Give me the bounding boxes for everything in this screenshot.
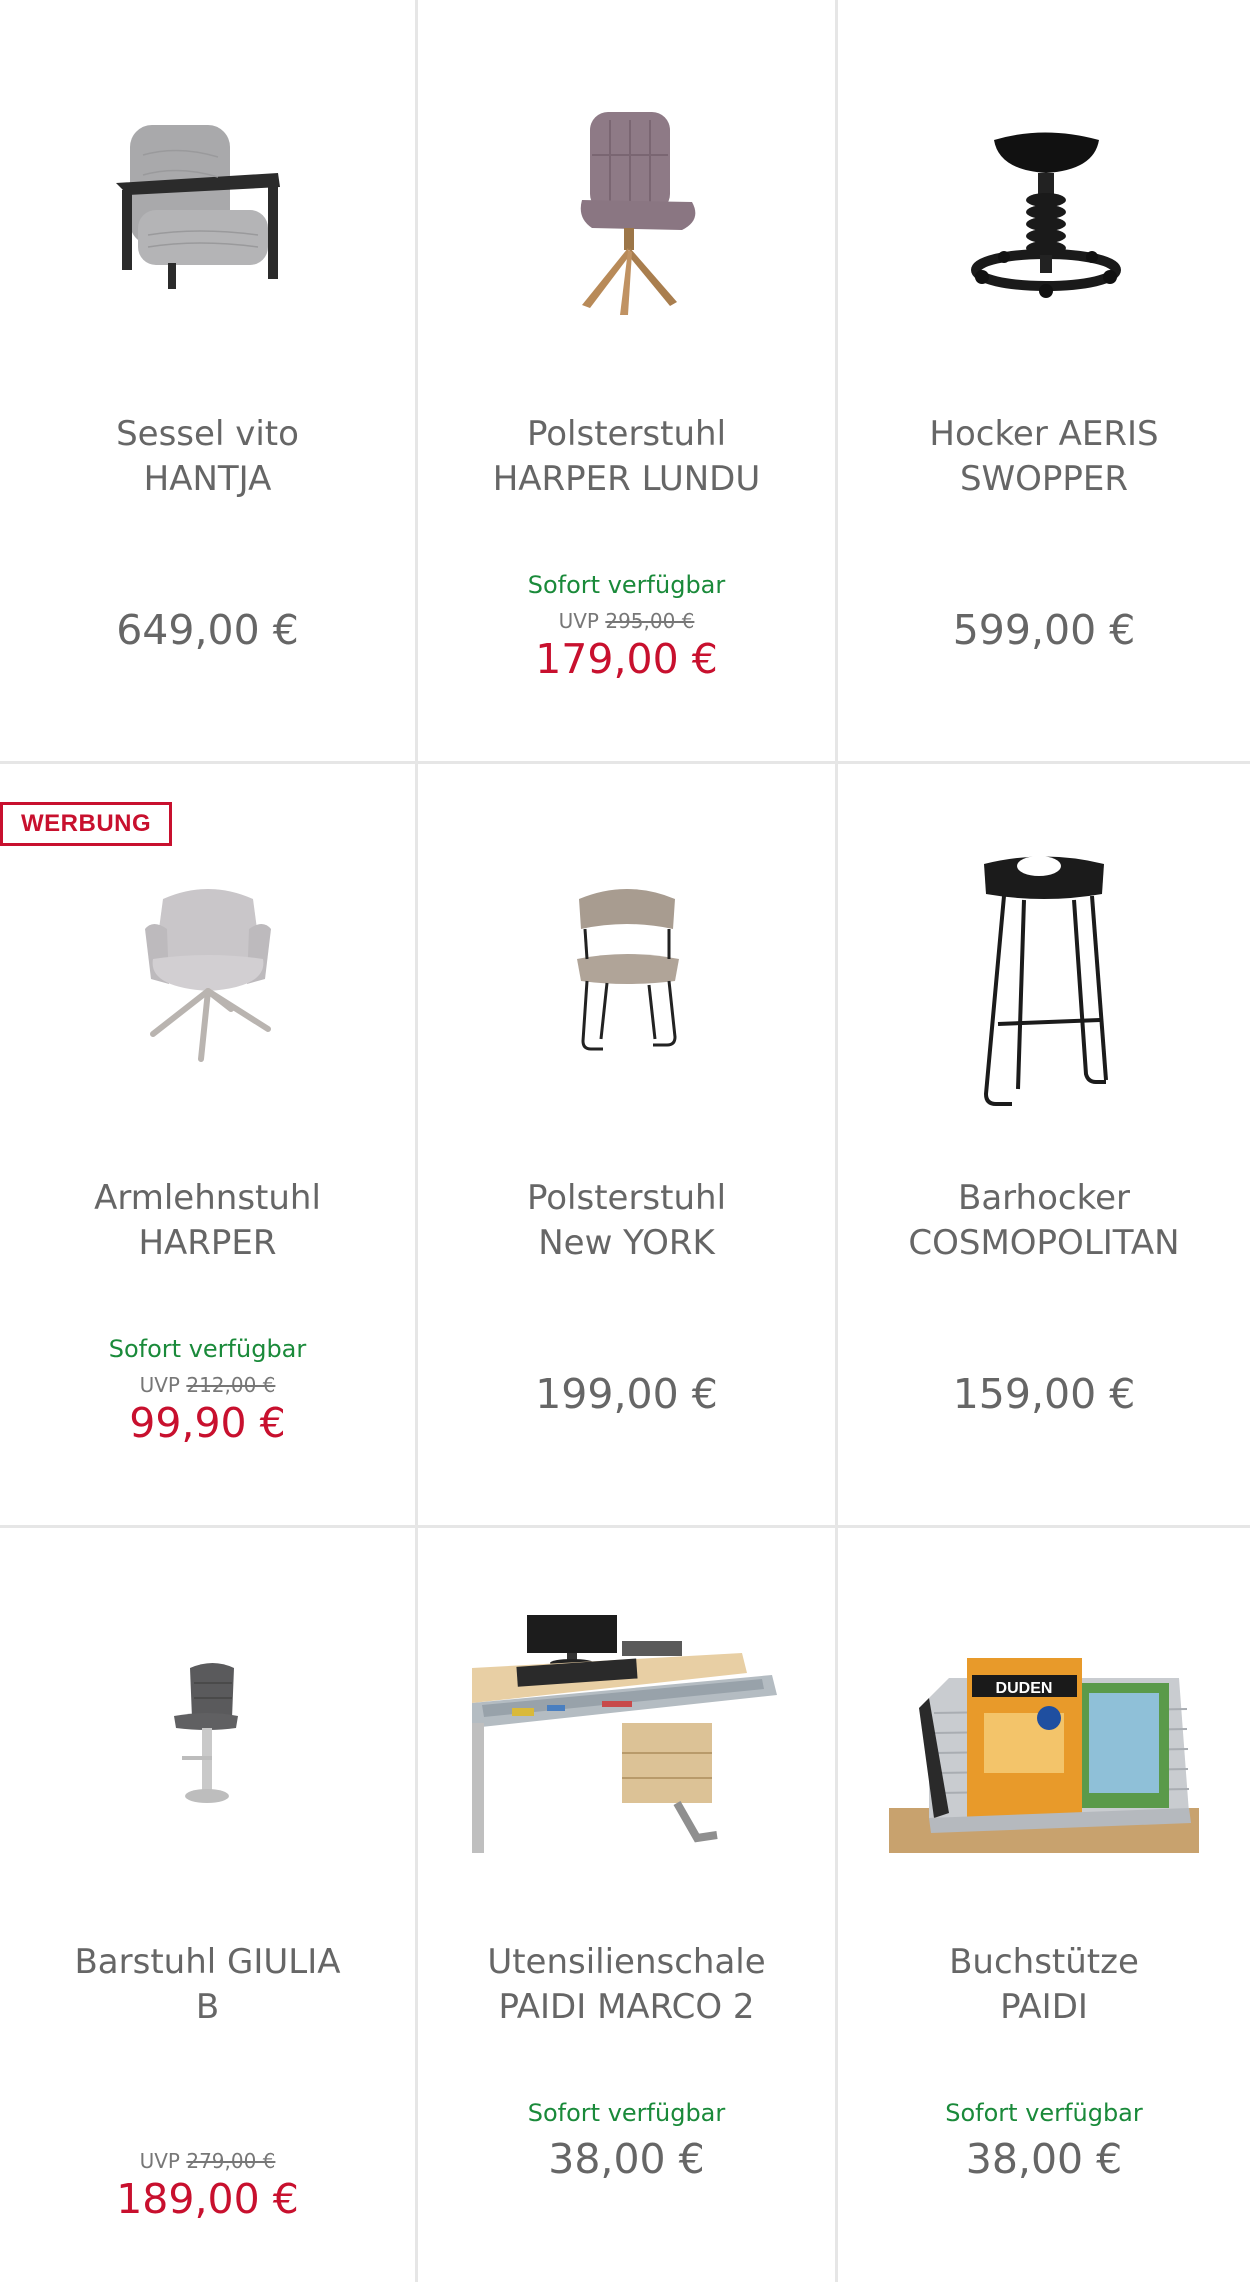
product-name-line-1[interactable]: Armlehnstuhl <box>20 1176 395 1221</box>
product-name[interactable]: Barstuhl GIULIA B <box>20 1940 395 2030</box>
price-block: Sofort verfügbar 38,00 € <box>838 2098 1250 2184</box>
product-image[interactable] <box>418 40 835 370</box>
bar-chair-image <box>173 1663 238 1803</box>
uvp-label: UVP <box>558 609 599 633</box>
price-block: Sofort verfügbar UVP 295,00 € 179,00 € <box>418 570 835 684</box>
product-name[interactable]: Barhocker COSMOPOLITAN <box>858 1176 1230 1266</box>
product-image[interactable] <box>838 804 1250 1134</box>
product-name-line-2[interactable]: HANTJA <box>20 457 395 502</box>
uvp-old-price: 295,00 € <box>605 609 695 633</box>
uvp-label: UVP <box>139 2149 180 2173</box>
product-name-line-1[interactable]: Barstuhl GIULIA <box>20 1940 395 1985</box>
product-image[interactable] <box>0 40 415 370</box>
uvp-label: UVP <box>139 1373 180 1397</box>
book-cover-text: DUDEN <box>996 1680 1053 1697</box>
uvp-price: UVP 279,00 € <box>0 2148 415 2174</box>
uvp-old-price: 212,00 € <box>186 1373 276 1397</box>
product-image[interactable] <box>0 1568 415 1898</box>
sale-price: 99,90 € <box>129 1399 286 1447</box>
product-image[interactable]: DUDEN <box>838 1568 1250 1898</box>
upholstered-chair-mauve-image <box>580 112 695 315</box>
availability-label: Sofort verfügbar <box>108 1335 307 1363</box>
product-name-line-2[interactable]: B <box>20 1985 395 2030</box>
product-name-line-2[interactable]: SWOPPER <box>858 457 1230 502</box>
product-card[interactable]: DUDEN Buchstütze PAIDI Sofort verfügbar … <box>838 1528 1250 2282</box>
price: 38,00 € <box>965 2135 1123 2183</box>
product-image[interactable] <box>418 1568 835 1898</box>
price: 159,00 € <box>952 1370 1136 1418</box>
product-name-line-2[interactable]: COSMOPOLITAN <box>858 1221 1230 1266</box>
product-image[interactable] <box>418 804 835 1134</box>
price-block: Sofort verfügbar 38,00 € <box>418 2098 835 2184</box>
price-block: 159,00 € <box>838 1369 1250 1419</box>
price-block: Sofort verfügbar UVP 212,00 € 99,90 € <box>0 1334 415 1448</box>
desk-drawer-tray-image <box>471 1613 782 1853</box>
product-name-line-2[interactable]: New YORK <box>438 1221 815 1266</box>
product-name[interactable]: Utensilienschale PAIDI MARCO 2 <box>438 1940 815 2030</box>
product-image[interactable] <box>838 40 1250 370</box>
product-name[interactable]: Polsterstuhl New YORK <box>438 1176 815 1266</box>
product-name-line-1[interactable]: Utensilienschale <box>438 1940 815 1985</box>
product-card[interactable]: Polsterstuhl New YORK 199,00 € <box>418 764 838 1528</box>
uvp-price: UVP 295,00 € <box>418 608 835 634</box>
product-name-line-2[interactable]: HARPER LUNDU <box>438 457 815 502</box>
product-name[interactable]: Buchstütze PAIDI <box>858 1940 1230 2030</box>
availability-label: Sofort verfügbar <box>945 2099 1143 2127</box>
sale-price: 179,00 € <box>535 635 718 683</box>
price-block: UVP 279,00 € 189,00 € <box>0 2140 415 2224</box>
book-stand-image: DUDEN <box>889 1613 1199 1853</box>
product-card[interactable]: Barhocker COSMOPOLITAN 159,00 € <box>838 764 1250 1528</box>
armrest-chair-image <box>144 889 271 1062</box>
bar-stool-image <box>983 856 1108 1106</box>
availability-label: Sofort verfügbar <box>527 571 726 599</box>
price-block: 649,00 € <box>0 605 415 655</box>
uvp-price: UVP 212,00 € <box>0 1372 415 1398</box>
product-name-line-2[interactable]: HARPER <box>20 1221 395 1266</box>
price-block: 599,00 € <box>838 605 1250 655</box>
price-block: 199,00 € <box>418 1369 835 1419</box>
product-image[interactable] <box>0 804 415 1134</box>
product-name-line-2[interactable]: PAIDI MARCO 2 <box>438 1985 815 2030</box>
price: 199,00 € <box>535 1370 718 1418</box>
sale-price: 189,00 € <box>116 2175 299 2223</box>
price: 649,00 € <box>116 606 299 654</box>
uvp-old-price: 279,00 € <box>186 2149 276 2173</box>
product-name-line-1[interactable]: Buchstütze <box>858 1940 1230 1985</box>
product-name-line-1[interactable]: Hocker AERIS <box>858 412 1230 457</box>
product-card[interactable]: Sessel vito HANTJA 649,00 € <box>0 0 418 764</box>
product-name-line-1[interactable]: Sessel vito <box>20 412 395 457</box>
swopper-stool-image <box>971 132 1121 298</box>
product-name[interactable]: Polsterstuhl HARPER LUNDU <box>438 412 815 502</box>
product-name-line-2[interactable]: PAIDI <box>858 1985 1230 2030</box>
product-name-line-1[interactable]: Barhocker <box>858 1176 1230 1221</box>
product-grid: Sessel vito HANTJA 649,00 € Polsterstuhl… <box>0 0 1250 2282</box>
product-name[interactable]: Hocker AERIS SWOPPER <box>858 412 1230 502</box>
product-name[interactable]: Sessel vito HANTJA <box>20 412 395 502</box>
product-name-line-1[interactable]: Polsterstuhl <box>438 1176 815 1221</box>
product-card[interactable]: WERBUNG Armlehnstuhl HARPER Sofort verfü… <box>0 764 418 1528</box>
product-card[interactable]: Utensilienschale PAIDI MARCO 2 Sofort ve… <box>418 1528 838 2282</box>
armchair-grey-image <box>115 125 280 289</box>
product-card[interactable]: Polsterstuhl HARPER LUNDU Sofort verfügb… <box>418 0 838 764</box>
skid-chair-image <box>576 889 679 1051</box>
price: 38,00 € <box>548 2135 705 2183</box>
product-name[interactable]: Armlehnstuhl HARPER <box>20 1176 395 1266</box>
price: 599,00 € <box>952 606 1136 654</box>
product-card[interactable]: Hocker AERIS SWOPPER 599,00 € <box>838 0 1250 764</box>
product-name-line-1[interactable]: Polsterstuhl <box>438 412 815 457</box>
product-card[interactable]: Barstuhl GIULIA B UVP 279,00 € 189,00 € <box>0 1528 418 2282</box>
availability-label: Sofort verfügbar <box>527 2099 726 2127</box>
